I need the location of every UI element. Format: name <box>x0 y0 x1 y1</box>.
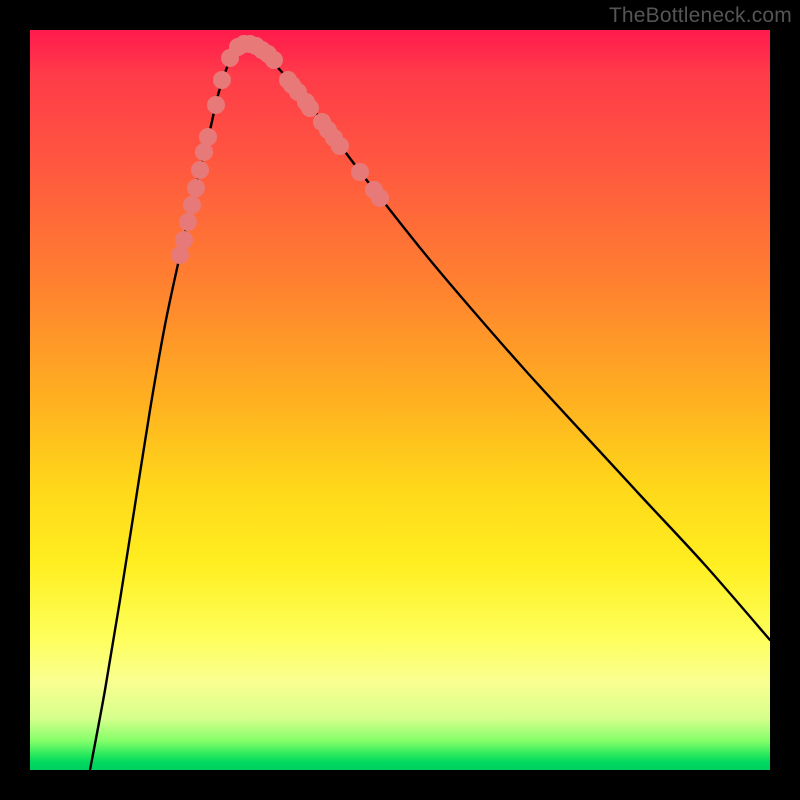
curve-marker <box>184 197 201 214</box>
chart-frame: TheBottleneck.com <box>0 0 800 800</box>
bottleneck-curve-path <box>90 43 770 770</box>
watermark-text: TheBottleneck.com <box>609 4 792 28</box>
curve-marker <box>266 52 283 69</box>
curve-marker <box>332 138 349 155</box>
curve-marker <box>172 247 189 264</box>
curve-marker <box>208 97 225 114</box>
curve-marker <box>180 214 197 231</box>
curve-marker <box>176 232 193 249</box>
bottleneck-curve-svg <box>30 30 770 770</box>
curve-marker <box>188 180 205 197</box>
curve-marker <box>192 162 209 179</box>
curve-marker <box>214 72 231 89</box>
plot-area <box>30 30 770 770</box>
curve-marker <box>302 100 319 117</box>
curve-marker <box>372 190 389 207</box>
curve-marker <box>200 129 217 146</box>
curve-marker <box>196 144 213 161</box>
curve-marker <box>352 164 369 181</box>
